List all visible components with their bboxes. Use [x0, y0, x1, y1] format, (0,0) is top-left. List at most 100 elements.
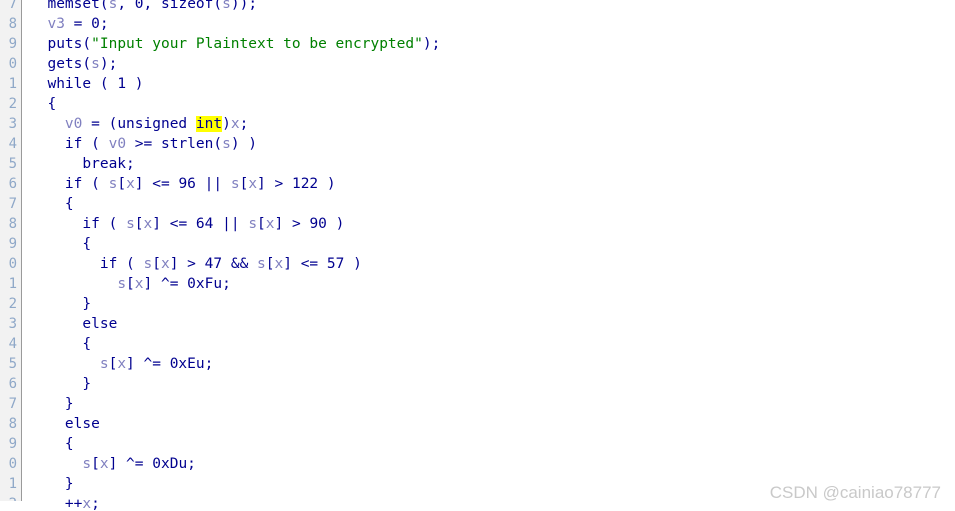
code-token: gets	[47, 56, 83, 72]
line-number: 7	[8, 396, 17, 412]
code-token: sizeof	[161, 0, 214, 12]
code-token: 0xEu	[169, 356, 205, 372]
code-token: else	[64, 416, 100, 432]
code-token: puts	[47, 36, 83, 52]
code-token: )	[222, 116, 231, 132]
code-token: );	[99, 56, 118, 72]
code-token: ||	[195, 176, 231, 192]
code-token: ));	[230, 0, 258, 12]
code-line[interactable]: {	[22, 234, 955, 254]
line-number: 4	[8, 336, 17, 352]
pseudocode-viewer[interactable]: 78901234567890123456789012 memset(s, 0, …	[0, 0, 955, 511]
line-number: 9	[8, 236, 17, 252]
code-area[interactable]: memset(s, 0, sizeof(s)); v3 = 0; puts("I…	[22, 0, 955, 511]
code-token: x	[134, 276, 144, 292]
code-token: =	[64, 16, 92, 32]
code-token: x	[117, 356, 127, 372]
code-line[interactable]: if ( v0 >= strlen(s) )	[22, 134, 955, 154]
code-line[interactable]: s[x] ^= 0xFu;	[22, 274, 955, 294]
code-line[interactable]: v3 = 0;	[22, 14, 955, 34]
code-line[interactable]: else	[22, 414, 955, 434]
code-token: ;	[99, 16, 109, 32]
code-token: s	[143, 256, 153, 272]
code-line[interactable]: s[x] ^= 0xEu;	[22, 354, 955, 374]
code-line[interactable]: {	[22, 94, 955, 114]
code-token: 0xDu	[152, 456, 188, 472]
line-number: 2	[8, 96, 17, 112]
code-token: )	[326, 216, 345, 232]
code-token: if	[82, 216, 100, 232]
code-line[interactable]: else	[22, 314, 955, 334]
code-token: x	[230, 116, 240, 132]
code-token: s	[117, 276, 127, 292]
line-number: 0	[8, 256, 17, 272]
code-line[interactable]: }	[22, 294, 955, 314]
code-line[interactable]: while ( 1 )	[22, 74, 955, 94]
code-line[interactable]: v0 = (unsigned int)x;	[22, 114, 955, 134]
code-token: (	[82, 56, 92, 72]
code-token: v3	[47, 16, 65, 32]
code-token: ;	[204, 356, 214, 372]
code-token: ] >	[169, 256, 205, 272]
code-line[interactable]: s[x] ^= 0xDu;	[22, 454, 955, 474]
code-token: 57	[326, 256, 345, 272]
highlighted-token: int	[195, 116, 223, 132]
code-token: ++	[64, 496, 83, 511]
code-token: x	[274, 256, 284, 272]
code-token: ] ^=	[126, 356, 170, 372]
code-token: = (	[82, 116, 118, 132]
code-token: s	[82, 456, 92, 472]
code-line[interactable]: if ( s[x] > 47 && s[x] <= 57 )	[22, 254, 955, 274]
line-number: 5	[8, 156, 17, 172]
code-line[interactable]: }	[22, 374, 955, 394]
code-line[interactable]: if ( s[x] <= 64 || s[x] > 90 )	[22, 214, 955, 234]
code-token: (	[213, 0, 223, 12]
code-line[interactable]: if ( s[x] <= 96 || s[x] > 122 )	[22, 174, 955, 194]
code-token: 96	[178, 176, 196, 192]
code-token: {	[82, 236, 92, 252]
code-token: v0	[64, 116, 83, 132]
line-number: 6	[8, 176, 17, 192]
line-number: 8	[8, 216, 17, 232]
code-token: "Input your Plaintext to be encrypted"	[91, 36, 423, 52]
line-number: 9	[8, 36, 17, 52]
code-token: s	[99, 356, 109, 372]
code-line[interactable]: {	[22, 194, 955, 214]
code-line[interactable]: }	[22, 394, 955, 414]
code-token: ,	[117, 0, 135, 12]
code-token: [	[108, 356, 118, 372]
code-line[interactable]: {	[22, 434, 955, 454]
code-line[interactable]: gets(s);	[22, 54, 955, 74]
code-token: ] ^=	[108, 456, 153, 472]
code-line[interactable]: break;	[22, 154, 955, 174]
code-token: (	[99, 0, 109, 12]
code-token: ;	[239, 116, 249, 132]
code-line[interactable]: {	[22, 334, 955, 354]
code-token: (	[99, 216, 127, 232]
code-token: s	[222, 136, 231, 152]
code-token: else	[82, 316, 118, 332]
code-token: ;	[126, 156, 135, 172]
line-number: 5	[8, 356, 17, 372]
code-token: )	[126, 76, 144, 92]
line-number: 3	[8, 116, 17, 132]
code-token: s	[257, 256, 266, 272]
code-line[interactable]: puts("Input your Plaintext to be encrypt…	[22, 34, 955, 54]
line-number: 1	[8, 476, 17, 492]
code-line[interactable]: memset(s, 0, sizeof(s));	[22, 0, 955, 14]
code-token: ] <=	[152, 216, 196, 232]
